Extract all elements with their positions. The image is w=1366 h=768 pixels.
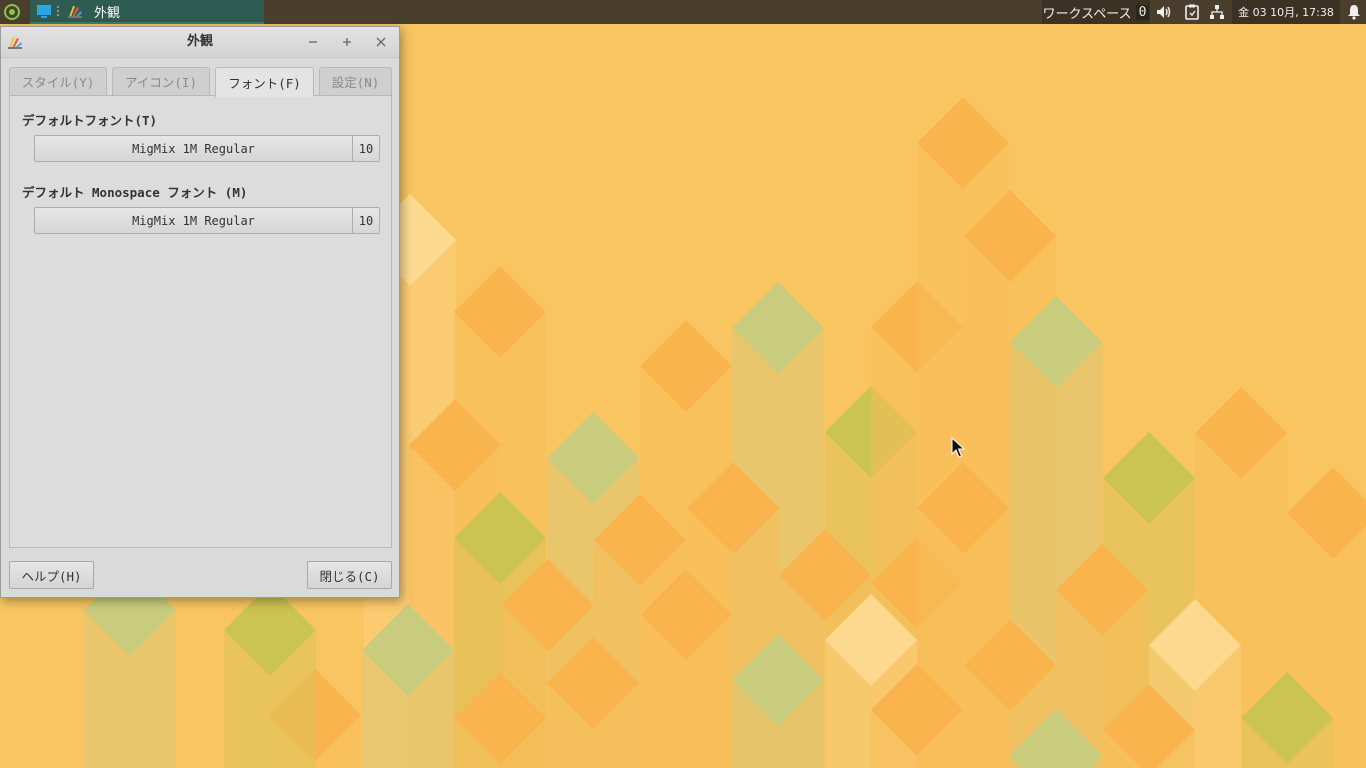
- tab-icons[interactable]: アイコン(I): [112, 67, 210, 95]
- clock[interactable]: 金 03 10月, 17:38: [1232, 0, 1340, 24]
- notification-bell-icon[interactable]: [1344, 0, 1364, 24]
- close-icon[interactable]: [371, 32, 391, 52]
- top-panel: 外観 ワークスペース 0 金 03 10月, 17:38: [0, 0, 1366, 24]
- default-font-button[interactable]: MigMix 1M Regular 10: [34, 135, 380, 162]
- distro-menu-icon[interactable]: [0, 0, 24, 24]
- close-button[interactable]: 閉じる(C): [307, 561, 392, 589]
- tab-fonts[interactable]: フォント(F): [215, 67, 314, 97]
- monospace-font-button[interactable]: MigMix 1M Regular 10: [34, 207, 380, 234]
- fonts-tab-panel: デフォルトフォント(T) MigMix 1M Regular 10 デフォルト …: [9, 95, 392, 548]
- volume-icon[interactable]: [1154, 0, 1174, 24]
- workspace-switcher[interactable]: ワークスペース 0: [1042, 0, 1150, 24]
- network-icon[interactable]: [1206, 0, 1228, 24]
- tab-bar: スタイル(Y) アイコン(I) フォント(F) 設定(N): [9, 67, 392, 97]
- tab-style[interactable]: スタイル(Y): [9, 67, 107, 95]
- monospace-font-label: デフォルト Monospace フォント (M): [22, 185, 248, 200]
- show-desktop-icon[interactable]: [35, 2, 53, 20]
- appearance-app-icon: [66, 2, 84, 20]
- help-button[interactable]: ヘルプ(H): [9, 561, 94, 589]
- appearance-window: 外観 スタイル(Y) アイコン(I) フォント(F) 設定(N) デフォルトフォ…: [0, 26, 400, 598]
- default-font-label: デフォルトフォント(T): [22, 113, 158, 128]
- workspace-label: ワークスペース: [1042, 6, 1132, 22]
- workspace-number: 0: [1135, 4, 1150, 20]
- default-font-size: 10: [358, 141, 374, 156]
- clipboard-icon[interactable]: [1182, 0, 1202, 24]
- appearance-app-icon: [7, 34, 23, 50]
- separator-handle-icon: [55, 2, 61, 20]
- maximize-icon[interactable]: [337, 32, 357, 52]
- window-titlebar[interactable]: 外観: [1, 27, 399, 58]
- tab-settings[interactable]: 設定(N): [319, 67, 392, 95]
- monospace-font-size: 10: [358, 213, 374, 228]
- default-font-name: MigMix 1M Regular: [35, 136, 353, 161]
- taskbar-button-appearance[interactable]: 外観: [30, 0, 264, 24]
- mouse-pointer-icon: [951, 437, 965, 458]
- minimize-icon[interactable]: [303, 32, 323, 52]
- taskbar-window-title: 外観: [94, 5, 121, 21]
- monospace-font-name: MigMix 1M Regular: [35, 208, 353, 233]
